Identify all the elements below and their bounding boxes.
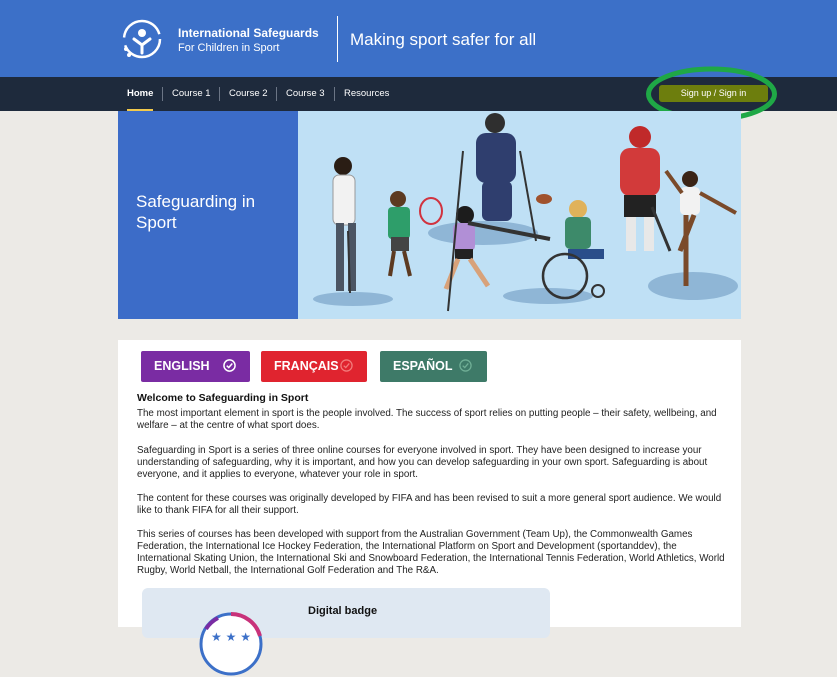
digital-badge-title: Digital badge bbox=[308, 605, 378, 617]
welcome-heading: Welcome to Safeguarding in Sport bbox=[137, 392, 309, 404]
nav-resources[interactable]: Resources bbox=[344, 77, 389, 111]
nav-separator bbox=[219, 87, 220, 101]
language-spanish-button[interactable]: ESPAÑOL bbox=[380, 351, 487, 382]
nav-separator bbox=[162, 87, 163, 101]
check-circle-icon bbox=[459, 359, 472, 372]
site-tagline: Making sport safer for all bbox=[350, 30, 537, 49]
golfer-figure bbox=[332, 157, 356, 294]
language-french-button[interactable]: FRANÇAIS bbox=[261, 351, 367, 382]
hockey-player-figure bbox=[620, 126, 672, 252]
check-circle-icon bbox=[223, 359, 236, 372]
org-name: International Safeguards bbox=[178, 26, 319, 40]
check-circle-icon bbox=[340, 359, 353, 372]
digital-badge-card: ★ ★ ★ Digital badge bbox=[142, 588, 550, 676]
org-logo-icon[interactable] bbox=[118, 15, 166, 63]
supporters-paragraph: This series of courses has been develope… bbox=[137, 529, 725, 576]
nav-separator bbox=[334, 87, 335, 101]
main-content: ENGLISH FRANÇAIS ESPAÑOL Welcome to Safe… bbox=[118, 340, 741, 676]
wheelchair-athlete-figure bbox=[536, 194, 605, 300]
fifa-paragraph: The content for these courses was origin… bbox=[137, 493, 722, 516]
hero-title: Safeguarding in Sport bbox=[136, 192, 256, 232]
courses-paragraph: Safeguarding in Sport is a series of thr… bbox=[137, 445, 708, 480]
hero-illustration bbox=[298, 111, 741, 319]
nav-separator bbox=[276, 87, 277, 101]
svg-text:★ ★ ★: ★ ★ ★ bbox=[211, 630, 251, 644]
runner-figure bbox=[443, 206, 491, 290]
hero-banner: Safeguarding in Sport bbox=[118, 111, 298, 319]
org-subtitle: For Children in Sport bbox=[178, 42, 280, 54]
dancer-figure bbox=[664, 169, 737, 286]
digital-badge-icon: ★ ★ ★ bbox=[199, 611, 263, 676]
athletes-illustration bbox=[313, 113, 738, 312]
language-label: ESPAÑOL bbox=[393, 359, 453, 373]
language-english-button[interactable]: ENGLISH bbox=[141, 351, 250, 382]
nav-course-1[interactable]: Course 1 bbox=[172, 77, 211, 111]
intro-paragraph: The most important element in sport is t… bbox=[137, 408, 717, 431]
nav-course-3[interactable]: Course 3 bbox=[286, 77, 325, 111]
language-label: ENGLISH bbox=[154, 359, 210, 373]
header-divider bbox=[337, 16, 338, 62]
nav-course-2[interactable]: Course 2 bbox=[229, 77, 268, 111]
nav-home[interactable]: Home bbox=[127, 77, 154, 111]
language-label: FRANÇAIS bbox=[274, 359, 339, 373]
